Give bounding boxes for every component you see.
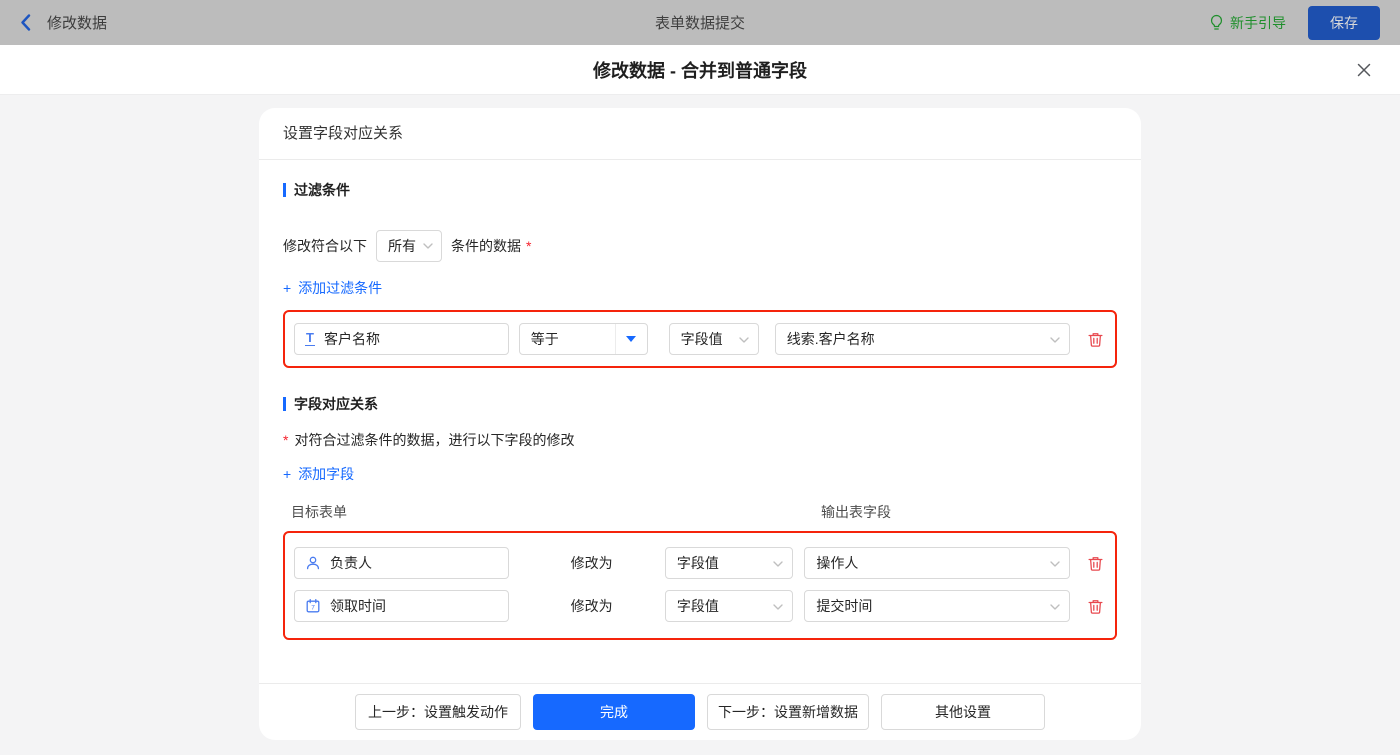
save-button[interactable]: 保存: [1308, 5, 1380, 40]
back-button[interactable]: 修改数据: [20, 12, 107, 33]
mapping-value-select[interactable]: 提交时间: [804, 590, 1071, 622]
filter-operator-select[interactable]: 等于: [518, 323, 648, 355]
mapping-hint: * 对符合过滤条件的数据，进行以下字段的修改: [283, 432, 575, 448]
mapping-field-input[interactable]: 7 领取时间: [294, 590, 509, 622]
caret-down-icon: [626, 336, 637, 342]
trash-icon[interactable]: [1084, 552, 1106, 574]
filter-condition-row: 修改符合以下 所有 条件的数据 *: [283, 230, 1117, 262]
other-settings-button[interactable]: 其他设置: [881, 694, 1045, 730]
beginner-guide-link[interactable]: 新手引导: [1209, 13, 1286, 33]
plus-icon: +: [283, 280, 292, 296]
condition-suffix-label: 条件的数据: [451, 238, 521, 254]
settings-panel: 设置字段对应关系 过滤条件 修改符合以下 所有 条件的数据 * + 添加过滤条件…: [259, 108, 1141, 740]
mapping-field-input[interactable]: 负责人: [294, 547, 509, 579]
trash-icon[interactable]: [1084, 595, 1106, 617]
chevron-down-icon: [773, 561, 784, 567]
column-header-output-field: 输出表字段: [821, 504, 891, 520]
mapping-highlight-box: 负责人 修改为 字段值 操作人 7 领取时间 修改为 字段值 提交时间: [283, 531, 1117, 640]
required-mark: *: [283, 432, 289, 448]
chevron-down-icon: [1050, 604, 1061, 610]
calendar-icon: 7: [305, 598, 321, 614]
panel-footer: 上一步：设置触发动作 完成 下一步：设置新增数据 其他设置: [259, 683, 1141, 740]
modify-to-label: 修改为: [570, 598, 613, 614]
modal-body: 设置字段对应关系 过滤条件 修改符合以下 所有 条件的数据 * + 添加过滤条件…: [0, 95, 1400, 754]
user-icon: [305, 555, 321, 571]
mapping-value-type-select[interactable]: 字段值: [664, 547, 794, 579]
chevron-left-icon: [20, 14, 31, 31]
trash-icon[interactable]: [1084, 328, 1106, 350]
filter-value-select[interactable]: 线索.客户名称: [774, 323, 1071, 355]
topbar: 修改数据 表单数据提交 新手引导 保存: [0, 0, 1400, 45]
beginner-guide-label: 新手引导: [1230, 14, 1286, 31]
mapping-row: 7 领取时间 修改为 字段值 提交时间: [294, 590, 1106, 622]
mapping-value-select[interactable]: 操作人: [804, 547, 1071, 579]
column-header-target-form: 目标表单: [291, 504, 347, 520]
add-field-link[interactable]: + 添加字段: [283, 464, 354, 484]
done-button[interactable]: 完成: [533, 694, 695, 730]
page-title: 表单数据提交: [654, 15, 745, 32]
modal-header: 修改数据 - 合并到普通字段: [0, 45, 1400, 95]
next-step-button[interactable]: 下一步：设置新增数据: [707, 694, 869, 730]
filter-value-type-select[interactable]: 字段值: [668, 323, 759, 355]
mapping-row: 负责人 修改为 字段值 操作人: [294, 547, 1106, 579]
modify-to-label: 修改为: [570, 555, 613, 571]
lightbulb-icon: [1209, 14, 1224, 31]
mapping-section-title: 字段对应关系: [283, 394, 1117, 414]
filter-row: T 客户名称 等于 字段值 线索.客户名称: [294, 323, 1106, 355]
section-marker: [283, 397, 286, 411]
condition-prefix-label: 修改符合以下: [283, 238, 367, 254]
chevron-down-icon: [1050, 561, 1061, 567]
condition-match-select[interactable]: 所有: [376, 230, 442, 262]
svg-text:7: 7: [311, 604, 315, 611]
add-filter-condition-link[interactable]: + 添加过滤条件: [283, 278, 382, 298]
chevron-down-icon: [773, 604, 784, 610]
caret-zone: [614, 324, 647, 354]
chevron-down-icon: [423, 243, 433, 249]
back-label: 修改数据: [47, 15, 108, 32]
close-icon[interactable]: [1354, 60, 1374, 80]
panel-header-title: 设置字段对应关系: [259, 108, 1141, 160]
chevron-down-icon: [739, 337, 749, 343]
modal-title: 修改数据 - 合并到普通字段: [593, 60, 807, 81]
filter-section-title: 过滤条件: [283, 180, 1117, 200]
required-mark: *: [526, 238, 532, 254]
chevron-down-icon: [1050, 337, 1061, 343]
filter-highlight-box: T 客户名称 等于 字段值 线索.客户名称: [283, 310, 1117, 368]
mapping-column-headers: 目标表单 输出表字段: [283, 502, 1117, 520]
text-field-icon: T: [305, 330, 315, 346]
mapping-value-type-select[interactable]: 字段值: [664, 590, 794, 622]
section-marker: [283, 183, 286, 197]
prev-step-button[interactable]: 上一步：设置触发动作: [355, 694, 521, 730]
filter-field-input[interactable]: T 客户名称: [294, 323, 509, 355]
plus-icon: +: [283, 466, 292, 482]
